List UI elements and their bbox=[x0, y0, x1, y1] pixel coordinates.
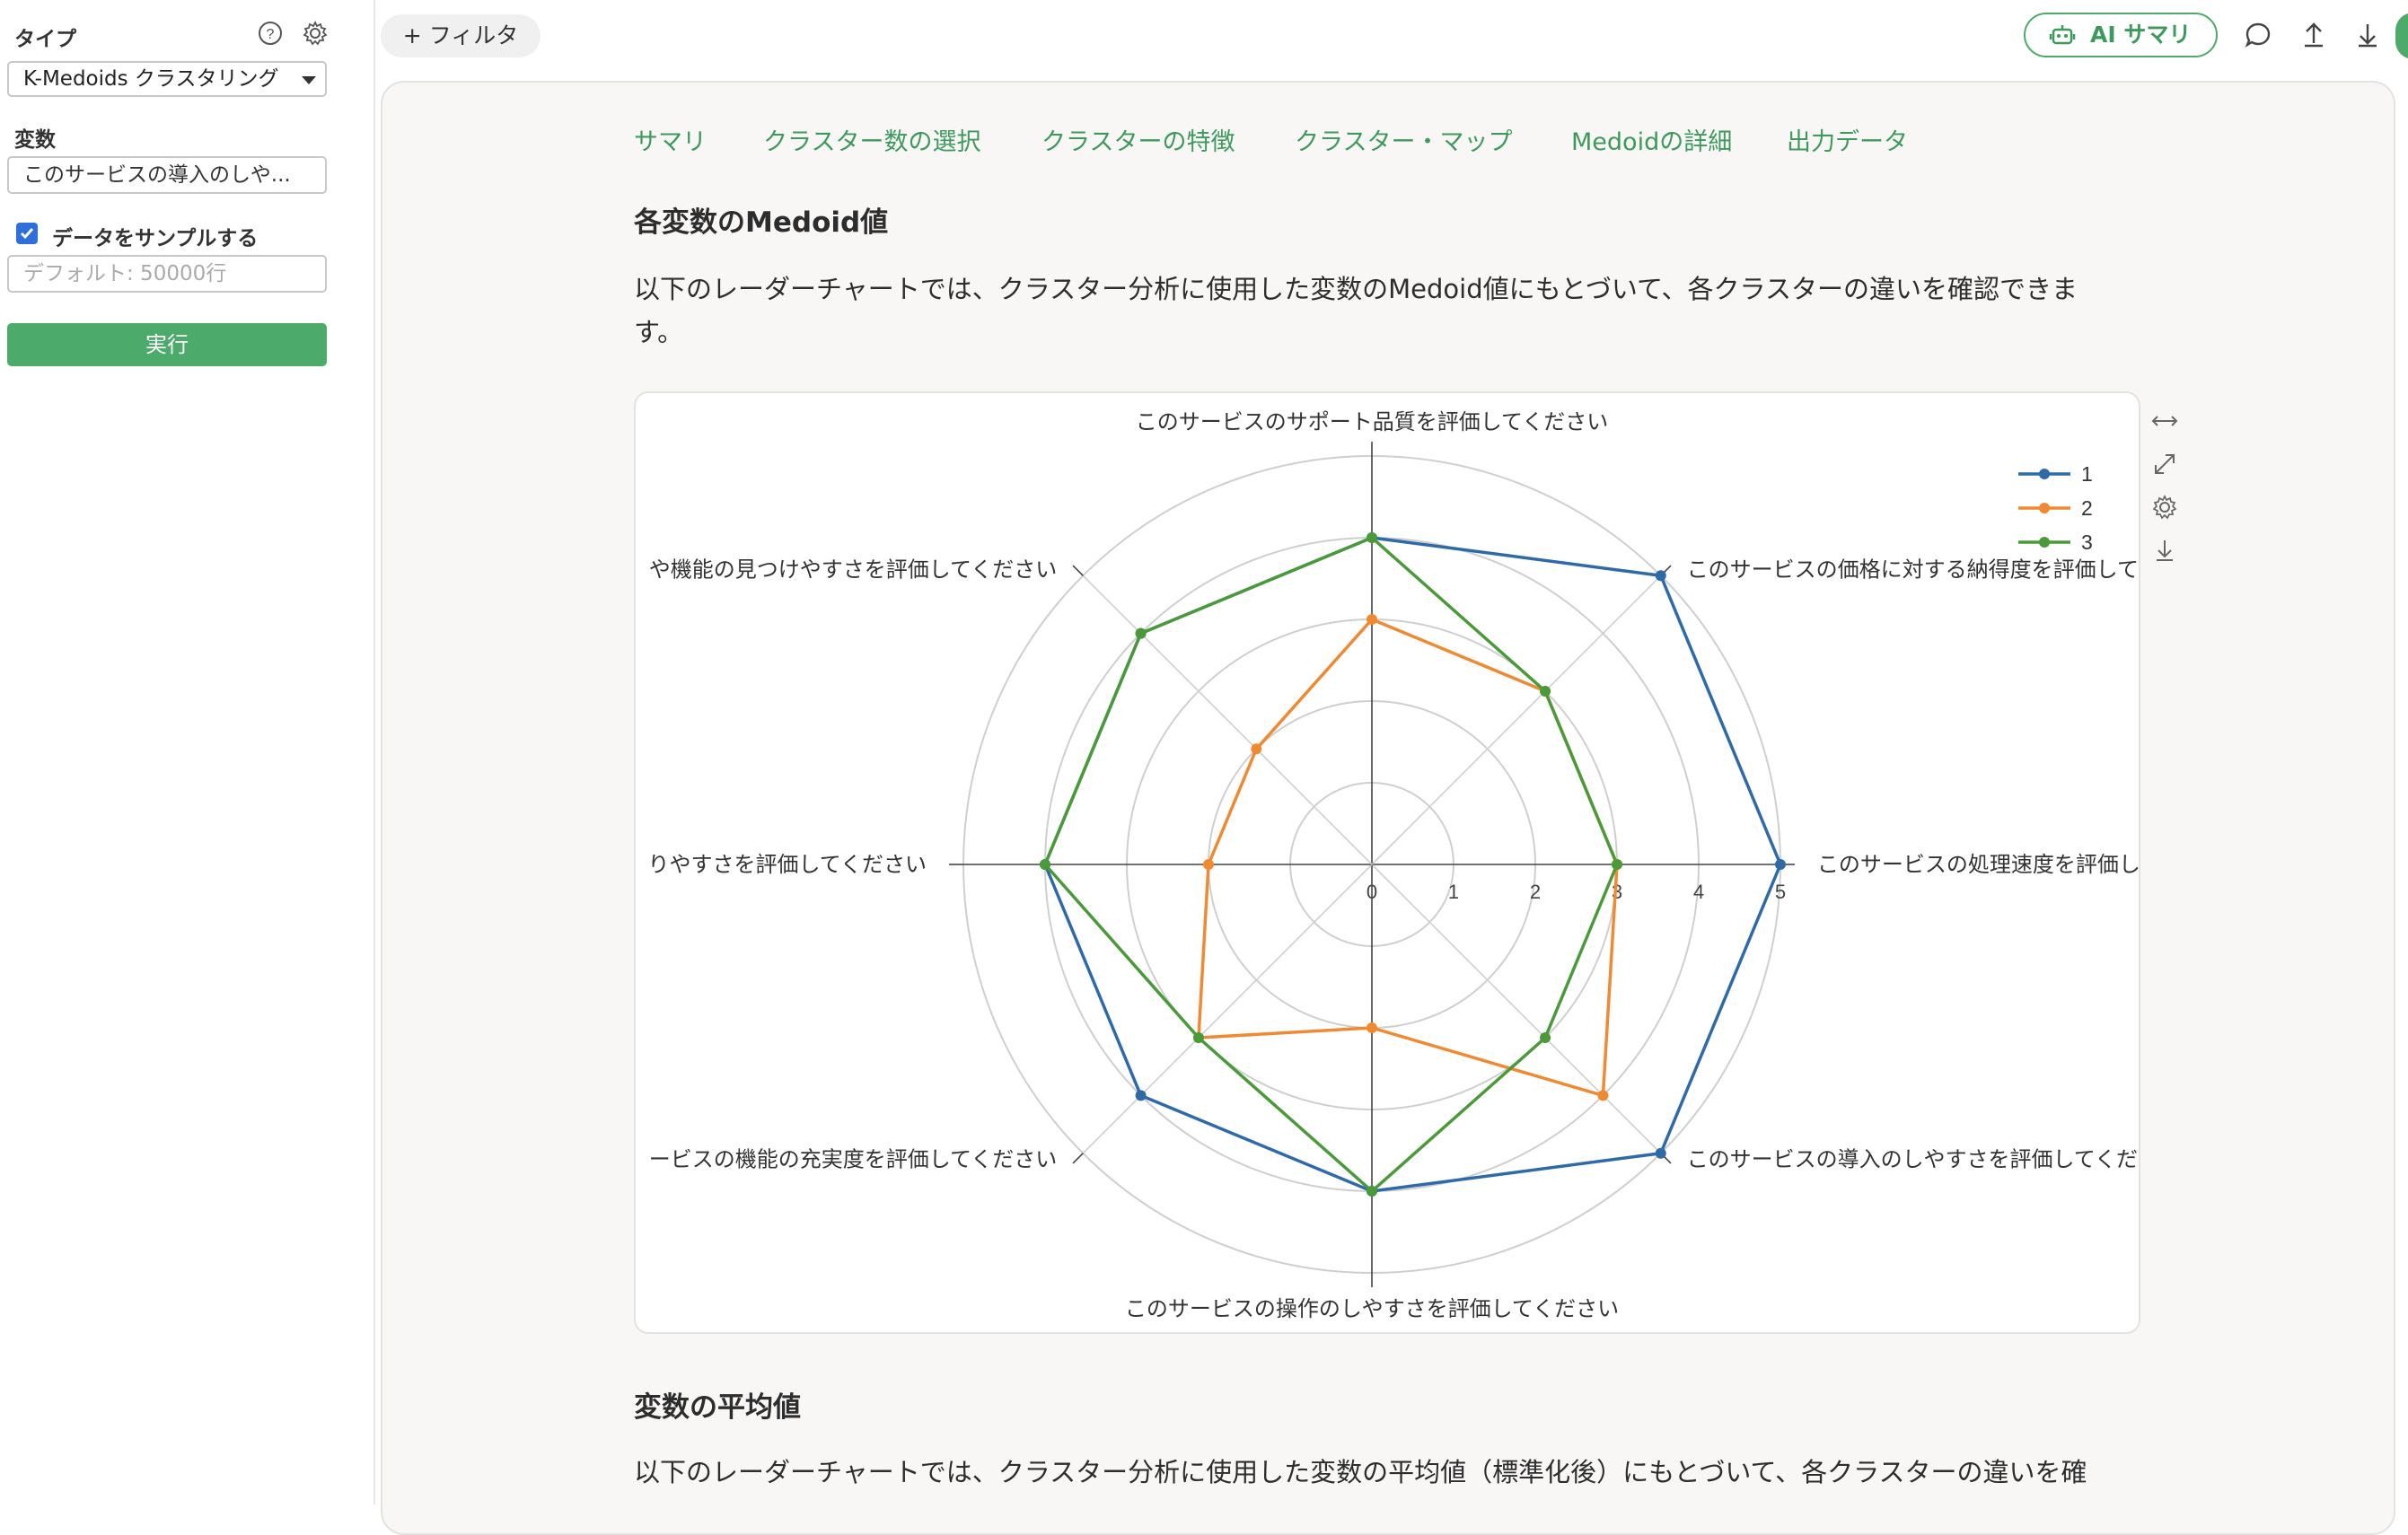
variable-select[interactable]: このサービスの導入のしや... bbox=[7, 156, 327, 194]
axis-label: このサービスの操作のしやすさを評価してください bbox=[1125, 1296, 1619, 1321]
comment-icon[interactable] bbox=[2243, 20, 2273, 50]
legend-label-1: 1 bbox=[2081, 462, 2093, 486]
series-point-1 bbox=[1655, 1147, 1666, 1159]
svg-text:?: ? bbox=[267, 27, 275, 42]
variable-label: 変数 bbox=[14, 128, 56, 152]
radar-chart-container: 0 1 2 3 4 5 このサービスのサポート品質を評価してくださいこのサービスの価格に対す… bbox=[634, 391, 2140, 1334]
type-label: タイプ bbox=[14, 28, 76, 51]
radar-chart: 0 1 2 3 4 5 このサービスのサポート品質を評価してくださいこのサービスの価格に対す… bbox=[647, 409, 2140, 1321]
series-point-2 bbox=[1203, 859, 1214, 870]
filter-button[interactable]: + フィルタ bbox=[381, 14, 540, 57]
series-point-2 bbox=[1251, 743, 1262, 755]
type-select-value: K-Medoids クラスタリング bbox=[23, 67, 279, 91]
section-heading-mean: 変数の平均値 bbox=[634, 1391, 801, 1424]
axis-label: ービスの機能の充実度を評価してください bbox=[649, 1147, 1058, 1172]
series-point-3 bbox=[1192, 1032, 1204, 1044]
series-point-1 bbox=[1775, 859, 1786, 870]
section-description-medoid: 以下のレーダーチャートでは、クラスター分析に使用した変数のMedoid値にもとづ… bbox=[634, 268, 2142, 354]
sample-label: データをサンプルする bbox=[52, 227, 259, 250]
sample-rows-input[interactable]: デフォルト: 50000行 bbox=[7, 255, 327, 293]
series-point-2 bbox=[1367, 614, 1377, 625]
radial-tick-label: 0 bbox=[1367, 881, 1377, 903]
axis-spoke bbox=[1082, 864, 1373, 1154]
axis-label: このサービスの導入のしやすさを評価してくだ bbox=[1687, 1147, 2138, 1172]
legend-marker-1 bbox=[2039, 469, 2050, 479]
series-point-2 bbox=[1597, 1090, 1609, 1101]
axis-label: このサービスの処理速度を評価し bbox=[1817, 852, 2140, 877]
axis-tick bbox=[1072, 565, 1084, 576]
settings-icon[interactable] bbox=[2149, 492, 2180, 522]
upload-icon[interactable] bbox=[2298, 20, 2329, 50]
tab-output-data[interactable]: 出力データ bbox=[1787, 122, 1908, 157]
download-icon[interactable] bbox=[2352, 20, 2383, 50]
tab-summary[interactable]: サマリ bbox=[634, 122, 707, 157]
description-line: 以下のレーダーチャートでは、クラスター分析に使用した変数のMedoid値にもとづ… bbox=[634, 274, 2078, 304]
series-point-1 bbox=[1655, 570, 1666, 582]
help-icon[interactable]: ? bbox=[257, 20, 284, 47]
axis-spoke bbox=[1371, 864, 1662, 1154]
type-select[interactable]: K-Medoids クラスタリング bbox=[7, 61, 327, 97]
horizontal-resize-icon[interactable] bbox=[2149, 406, 2180, 436]
axis-tick bbox=[1072, 1153, 1084, 1164]
tab-medoid-details[interactable]: Medoidの詳細 bbox=[1571, 122, 1732, 157]
chart-download-icon[interactable] bbox=[2149, 535, 2180, 566]
ai-summary-button[interactable]: AI サマリ bbox=[2024, 13, 2218, 57]
legend-label-3: 3 bbox=[2081, 531, 2093, 554]
series-point-2 bbox=[1367, 1022, 1377, 1033]
gear-icon[interactable] bbox=[302, 20, 329, 47]
axis-label: りやすさを評価してください bbox=[647, 852, 927, 877]
section-heading-medoid: 各変数のMedoid値 bbox=[634, 206, 889, 239]
radial-tick-label: 1 bbox=[1448, 881, 1459, 903]
axis-label: や機能の見つけやすさを評価してください bbox=[649, 557, 1058, 582]
series-point-3 bbox=[1040, 859, 1050, 870]
axis-label: このサービスのサポート品質を評価してください bbox=[1136, 409, 1609, 434]
tab-cluster-count[interactable]: クラスター数の選択 bbox=[763, 122, 980, 157]
series-point-1 bbox=[1135, 1090, 1147, 1101]
legend-label-2: 2 bbox=[2081, 496, 2093, 520]
series-point-3 bbox=[1135, 627, 1147, 639]
series-point-3 bbox=[1540, 1032, 1551, 1044]
axis-spoke bbox=[1371, 575, 1662, 865]
chevron-down-icon bbox=[302, 76, 316, 84]
legend-marker-2 bbox=[2039, 503, 2050, 513]
description-line: す。 bbox=[634, 317, 684, 347]
legend-marker-3 bbox=[2039, 537, 2050, 548]
series-point-3 bbox=[1367, 532, 1377, 543]
series-point-3 bbox=[1367, 1186, 1377, 1197]
expand-icon[interactable] bbox=[2149, 449, 2180, 479]
avatar[interactable] bbox=[2395, 13, 2408, 59]
tab-cluster-map[interactable]: クラスター・マップ bbox=[1295, 122, 1512, 157]
series-point-3 bbox=[1612, 859, 1622, 870]
robot-icon bbox=[2049, 25, 2076, 45]
run-button[interactable]: 実行 bbox=[7, 323, 327, 366]
tab-cluster-features[interactable]: クラスターの特徴 bbox=[1041, 122, 1235, 157]
radial-tick-label: 5 bbox=[1775, 881, 1786, 903]
radial-tick-label: 4 bbox=[1693, 881, 1704, 903]
axis-label: このサービスの価格に対する納得度を評価して bbox=[1687, 557, 2139, 582]
check-icon bbox=[20, 228, 34, 240]
section-description-mean: 以下のレーダーチャートでは、クラスター分析に使用した変数の平均値（標準化後）にも… bbox=[634, 1457, 2087, 1487]
sample-checkbox[interactable] bbox=[16, 223, 38, 244]
sidebar: タイプ ? K-Medoids クラスタリング 変数 このサービスの導入のしや.… bbox=[0, 0, 375, 1504]
ai-summary-label: AI サマリ bbox=[2090, 22, 2192, 48]
radial-tick-label: 2 bbox=[1530, 881, 1541, 903]
series-point-3 bbox=[1540, 685, 1551, 697]
